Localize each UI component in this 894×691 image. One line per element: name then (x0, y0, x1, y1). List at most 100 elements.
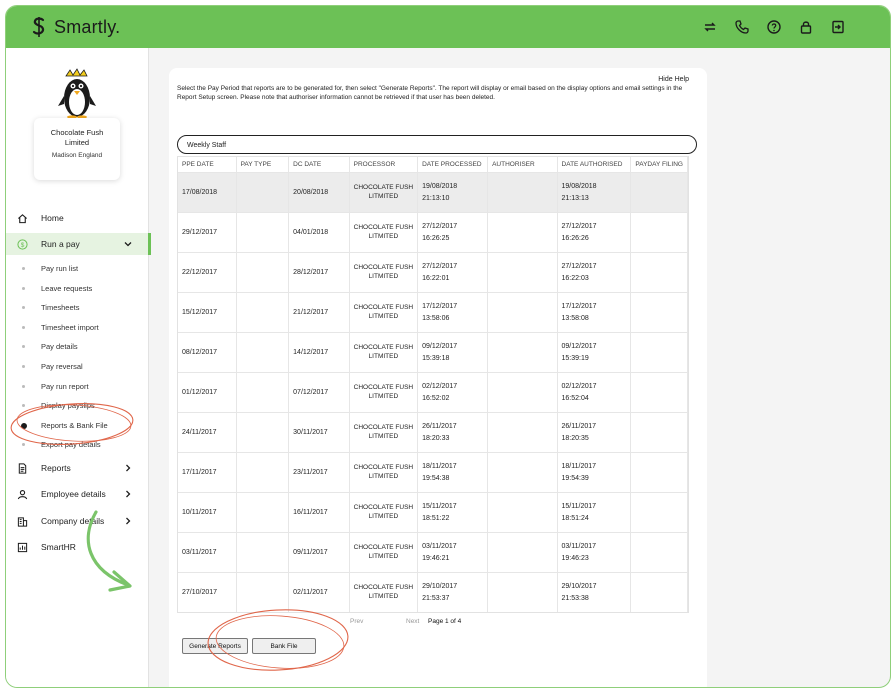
table-row[interactable]: 29/12/2017 04/01/2018 CHOCOLATE FUSH LITMI… (178, 212, 688, 253)
pager-prev[interactable]: Prev (350, 618, 363, 625)
cell-date-authorised: 19/08/2018 21:13:13 (557, 172, 632, 213)
subnav-display-payslips[interactable]: Display payslips (6, 398, 148, 414)
pay-period-select[interactable]: Weekly Staff (177, 135, 697, 154)
chevron-right-icon (126, 490, 131, 498)
cell-dc-date: 23/11/2017 (288, 452, 350, 493)
cell-dc-date: 04/01/2018 (288, 212, 350, 253)
cell-processor: CHOCOLATE FUSH LITMITED (349, 412, 419, 453)
bullet (22, 345, 25, 348)
app-logo[interactable]: Smartly. (30, 16, 120, 38)
subnav-pay-reversal[interactable]: Pay reversal (6, 359, 148, 375)
nav-smarthr[interactable]: SmartHR (6, 536, 148, 558)
col-ppe-date[interactable]: PPE DATE (178, 157, 237, 173)
col-date-authorised[interactable]: DATE AUTHORISED (557, 157, 632, 173)
user-icon (17, 489, 28, 499)
cell-payday-filing (630, 492, 688, 533)
lock-icon[interactable] (798, 19, 814, 35)
cell-date-authorised-time: 16:22:03 (561, 274, 589, 282)
hide-help-link[interactable]: Hide Help (658, 76, 689, 83)
table-row[interactable]: 17/11/2017 23/11/2017 CHOCOLATE FUSH LITMI… (178, 452, 688, 493)
cell-date-authorised-date: 27/12/2017 (561, 262, 597, 270)
cell-date-authorised-time: 16:26:26 (561, 234, 589, 242)
subnav-pay-run-list[interactable]: Pay run list (6, 261, 148, 277)
company-card[interactable]: Chocolate Fush Limited Madison England (34, 118, 120, 180)
cell-date-authorised-time: 21:53:38 (561, 594, 589, 602)
table-row[interactable]: 22/12/2017 28/12/2017 CHOCOLATE FUSH LITMI… (178, 252, 688, 293)
cell-date-processed-date: 15/11/2017 (422, 502, 457, 510)
cell-ppe-date: 10/11/2017 (178, 492, 237, 533)
cell-pay-type (236, 492, 290, 533)
phone-icon[interactable] (734, 19, 750, 35)
subnav-reports-bank-file[interactable]: Reports & Bank File (6, 418, 148, 434)
cell-date-processed-time: 18:51:22 (422, 514, 450, 522)
table-row[interactable]: 01/12/2017 07/12/2017 CHOCOLATE FUSH LITMI… (178, 372, 688, 413)
table-row[interactable]: 17/08/2018 20/08/2018 CHOCOLATE FUSH LITMI… (178, 172, 688, 213)
cell-date-authorised-date: 17/12/2017 (561, 302, 597, 310)
subnav-export-pay-details[interactable]: Export pay details (6, 437, 148, 453)
cell-payday-filing (630, 572, 688, 612)
cell-date-authorised-date: 15/11/2017 (561, 502, 597, 510)
cell-processor: CHOCOLATE FUSH LITMITED (349, 172, 419, 213)
cell-payday-filing (630, 332, 688, 373)
subnav-timesheet-import[interactable]: Timesheet import (6, 320, 148, 336)
bank-file-button[interactable]: Bank File (252, 638, 316, 654)
cell-pay-type (236, 252, 290, 293)
cell-dc-date: 20/08/2018 (288, 172, 350, 213)
cell-date-processed-time: 21:13:10 (422, 194, 450, 202)
cell-ppe-date: 01/12/2017 (178, 372, 237, 413)
help-icon[interactable] (766, 19, 782, 35)
cell-payday-filing (630, 292, 688, 333)
cell-date-authorised-date: 19/08/2018 (561, 182, 597, 190)
table-row[interactable]: 10/11/2017 16/11/2017 CHOCOLATE FUSH LITMI… (178, 492, 688, 533)
table-row[interactable]: 24/11/2017 30/11/2017 CHOCOLATE FUSH LITMI… (178, 412, 688, 453)
subnav-label: Reports & Bank File (41, 421, 108, 430)
bullet (22, 326, 25, 329)
subnav-timesheets[interactable]: Timesheets (6, 300, 148, 316)
table-row[interactable]: 27/10/2017 02/11/2017 CHOCOLATE FUSH LITMI… (178, 572, 688, 612)
switch-arrows-icon[interactable] (702, 19, 718, 35)
chevron-down-icon (124, 242, 132, 247)
nav-run-a-pay[interactable]: $ Run a pay (6, 233, 151, 255)
cell-date-processed: 09/12/2017 15:39:18 (417, 332, 489, 373)
cell-dc-date: 09/11/2017 (288, 532, 350, 573)
col-payday-filing[interactable]: PAYDAY FILING (630, 157, 688, 173)
cell-date-authorised: 27/12/2017 16:26:26 (557, 212, 632, 253)
cell-dc-date: 21/12/2017 (288, 292, 350, 333)
pager-page-info: Page 1 of 4 (428, 618, 462, 625)
cell-processor: CHOCOLATE FUSH LITMITED (349, 372, 419, 413)
cell-date-processed-time: 16:22:01 (422, 274, 450, 282)
col-dc-date[interactable]: DC DATE (288, 157, 350, 173)
cell-ppe-date: 27/10/2017 (178, 572, 237, 612)
pay-periods-table: PPE DATE PAY TYPE DC DATE PROCESSOR DATE… (177, 156, 689, 613)
col-date-processed[interactable]: DATE PROCESSED (417, 157, 489, 173)
cell-date-authorised-date: 29/10/2017 (561, 582, 597, 590)
col-authoriser[interactable]: AUTHORISER (487, 157, 558, 173)
table-row[interactable]: 15/12/2017 21/12/2017 CHOCOLATE FUSH LITMI… (178, 292, 688, 333)
app-name: Smartly. (54, 16, 121, 37)
cell-date-processed: 03/11/2017 19:46:21 (417, 532, 489, 573)
nav-company-details[interactable]: Company details (6, 510, 148, 532)
pager-next[interactable]: Next (406, 618, 419, 625)
bullet (22, 365, 25, 368)
cell-authoriser (487, 292, 558, 333)
nav-reports[interactable]: Reports (6, 457, 148, 479)
subnav-pay-run-report[interactable]: Pay run report (6, 379, 148, 395)
logout-icon[interactable] (830, 19, 846, 35)
generate-reports-button[interactable]: Generate Reports (182, 638, 248, 654)
bullet (22, 404, 25, 407)
table-row[interactable]: 08/12/2017 14/12/2017 CHOCOLATE FUSH LITMI… (178, 332, 688, 373)
col-processor[interactable]: PROCESSOR (349, 157, 419, 173)
subnav-leave-requests[interactable]: Leave requests (6, 281, 148, 297)
subnav-label: Display payslips (41, 401, 95, 410)
cell-date-processed: 26/11/2017 18:20:33 (417, 412, 489, 453)
nav-home-label: Home (41, 213, 64, 223)
cell-pay-type (236, 292, 290, 333)
company-name: Chocolate Fush Limited (50, 128, 104, 147)
col-pay-type[interactable]: PAY TYPE (236, 157, 290, 173)
subnav-pay-details[interactable]: Pay details (6, 339, 148, 355)
table-row[interactable]: 03/11/2017 09/11/2017 CHOCOLATE FUSH LITMI… (178, 532, 688, 573)
cell-dc-date: 07/12/2017 (288, 372, 350, 413)
nav-employee-details[interactable]: Employee details (6, 483, 148, 505)
cell-processor: CHOCOLATE FUSH LITMITED (349, 332, 419, 373)
nav-home[interactable]: Home (6, 207, 148, 229)
